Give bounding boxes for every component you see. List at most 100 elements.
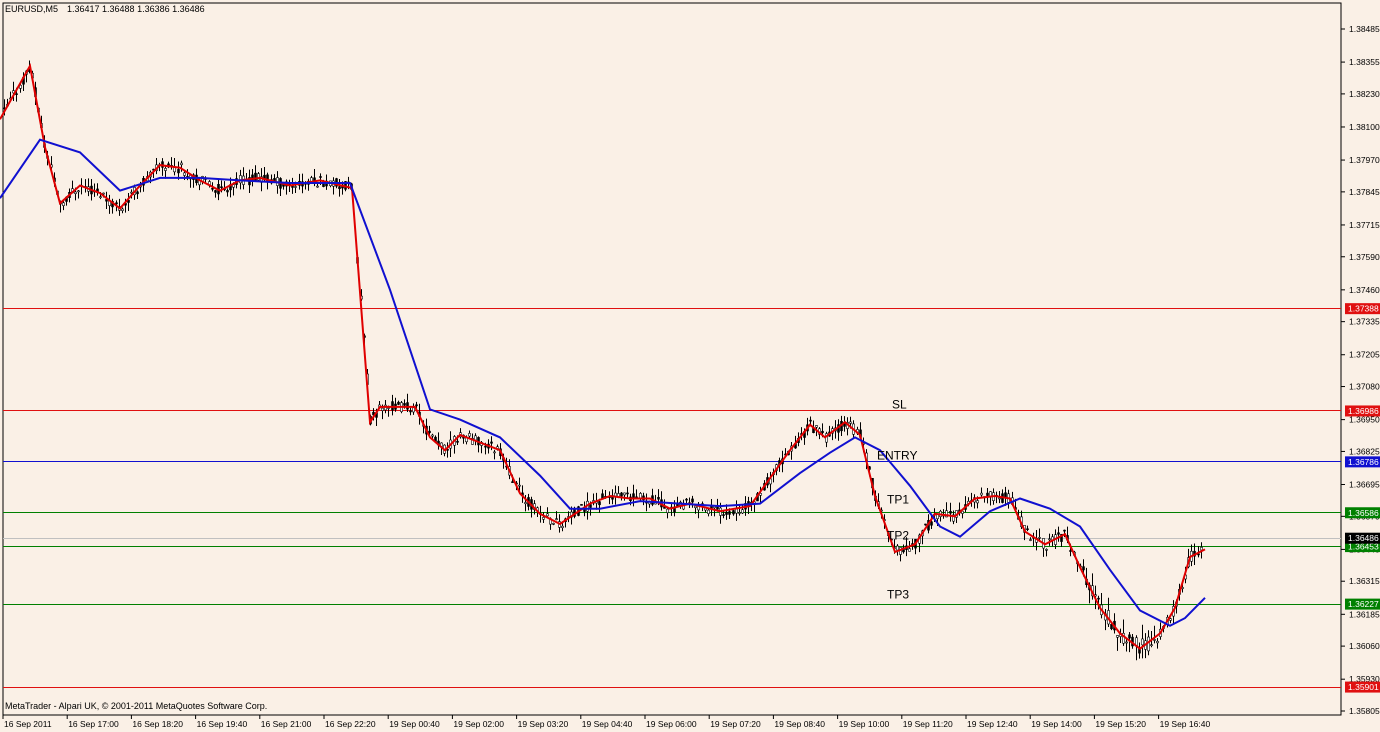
price-chart: SL ENTRY TP1 TP2 TP3 1.38485 1.38355 1.38230 1.… [0, 2, 1380, 729]
level-price-badge-text: 1.36986 [1348, 406, 1379, 416]
candle-body [666, 508, 669, 514]
candle-body [821, 430, 824, 434]
candle-body [1026, 528, 1029, 531]
price-tick-label: 1.37080 [1349, 382, 1380, 392]
time-tick-label: 19 Sep 10:00 [839, 719, 890, 729]
time-tick-label: 16 Sep 19:40 [197, 719, 248, 729]
candle-body [239, 175, 242, 184]
candle-body [542, 517, 545, 520]
candle-body [77, 190, 80, 193]
candle-body [1029, 539, 1032, 541]
candle-body [316, 185, 319, 188]
current-price-badge-text: 1.36486 [1348, 533, 1379, 543]
candle-body [99, 196, 102, 198]
price-tick-label: 1.36695 [1349, 480, 1380, 490]
time-tick-label: 19 Sep 15:20 [1095, 719, 1146, 729]
candle-body [691, 498, 694, 503]
candle-body [1082, 566, 1085, 571]
price-tick-label: 1.36825 [1349, 446, 1380, 456]
candle-body [741, 509, 744, 514]
candle-body [1048, 538, 1051, 541]
time-tick-label: 16 Sep 18:20 [132, 719, 183, 729]
time-tick-label: 19 Sep 06:00 [646, 719, 697, 729]
candle-body [1200, 546, 1203, 551]
candle-body [1116, 635, 1119, 638]
candle-body [211, 187, 214, 190]
candle-body [1045, 549, 1048, 551]
candle-body [589, 504, 592, 508]
price-tick-label: 1.38485 [1349, 24, 1380, 34]
price-tick-label: 1.38100 [1349, 122, 1380, 132]
candle-body [397, 401, 400, 405]
time-tick-label: 16 Sep 22:20 [325, 719, 376, 729]
candle-body [493, 451, 496, 454]
candle-body [980, 492, 983, 496]
candle-body [998, 497, 1001, 500]
candle-body [294, 186, 297, 188]
candle-body [732, 510, 735, 515]
candle-body [924, 523, 927, 526]
candle-body [986, 492, 989, 496]
time-tick-label: 19 Sep 07:20 [710, 719, 761, 729]
candle-body [511, 481, 514, 483]
candle-body [474, 435, 477, 441]
candle-body [62, 202, 65, 206]
candle-body [707, 509, 710, 514]
candle-body [809, 419, 812, 422]
candle-body [1156, 640, 1159, 644]
candle-body [1141, 638, 1144, 646]
time-tick-label: 16 Sep 17:00 [68, 719, 119, 729]
candle-body [1169, 618, 1172, 621]
candle-body [409, 410, 412, 413]
price-tick-label: 1.37460 [1349, 285, 1380, 295]
plot-frame [2, 2, 1342, 716]
candle-body [456, 440, 459, 443]
level-annotation: ENTRY [877, 449, 917, 463]
candle-body [694, 505, 697, 509]
price-tick-label: 1.37715 [1349, 220, 1380, 230]
candle-body [896, 545, 899, 551]
candle-body [632, 493, 635, 499]
time-tick-label: 19 Sep 00:40 [389, 719, 440, 729]
candle-body [561, 525, 564, 529]
candle-body [431, 434, 434, 437]
candle-body [552, 523, 555, 525]
candle-body [164, 168, 167, 171]
candle-body [319, 176, 322, 178]
time-tick-label: 19 Sep 02:00 [453, 719, 504, 729]
price-tick-label: 1.36185 [1349, 609, 1380, 619]
chart-symbol-label: EURUSD,M5 [5, 4, 58, 14]
candle-body [381, 407, 384, 411]
candle-body [524, 502, 527, 505]
candle-body [183, 172, 186, 176]
candle-body [620, 492, 623, 497]
candle-body [725, 511, 728, 515]
candle-body [415, 404, 418, 407]
chart-copyright: MetaTrader - Alpari UK, © 2001-2011 Meta… [5, 701, 267, 711]
candle-body [685, 498, 688, 501]
time-tick-label: 19 Sep 08:40 [774, 719, 825, 729]
fast-ma-line [0, 62, 1206, 650]
candle-body [657, 496, 660, 500]
chart-area: SL ENTRY TP1 TP2 TP3 1.38485 1.38355 1.38230 1.… [0, 0, 1380, 732]
candle-body [908, 548, 911, 552]
price-tick-label: 1.38230 [1349, 89, 1380, 99]
time-tick-label: 16 Sep 2011 [4, 719, 52, 729]
candle-body [626, 492, 629, 495]
candle-body [391, 401, 394, 411]
price-tick-label: 1.36315 [1349, 576, 1380, 586]
time-tick-label: 19 Sep 11:20 [903, 719, 953, 729]
candle-body [728, 511, 731, 515]
candle-body [949, 511, 952, 514]
candle-body [1097, 597, 1100, 600]
candle-body [115, 202, 118, 205]
candle-body [412, 407, 415, 413]
candle-body [623, 492, 626, 496]
chart-ohlc-label: 1.36417 1.36488 1.36386 1.36486 [67, 4, 205, 14]
candle-body [849, 421, 852, 424]
slow-ma-line [0, 138, 1206, 627]
candle-body [546, 513, 549, 517]
price-tick-label: 1.37205 [1349, 350, 1380, 360]
level-price-badge-text: 1.36227 [1348, 599, 1379, 609]
candle-body [735, 508, 738, 514]
